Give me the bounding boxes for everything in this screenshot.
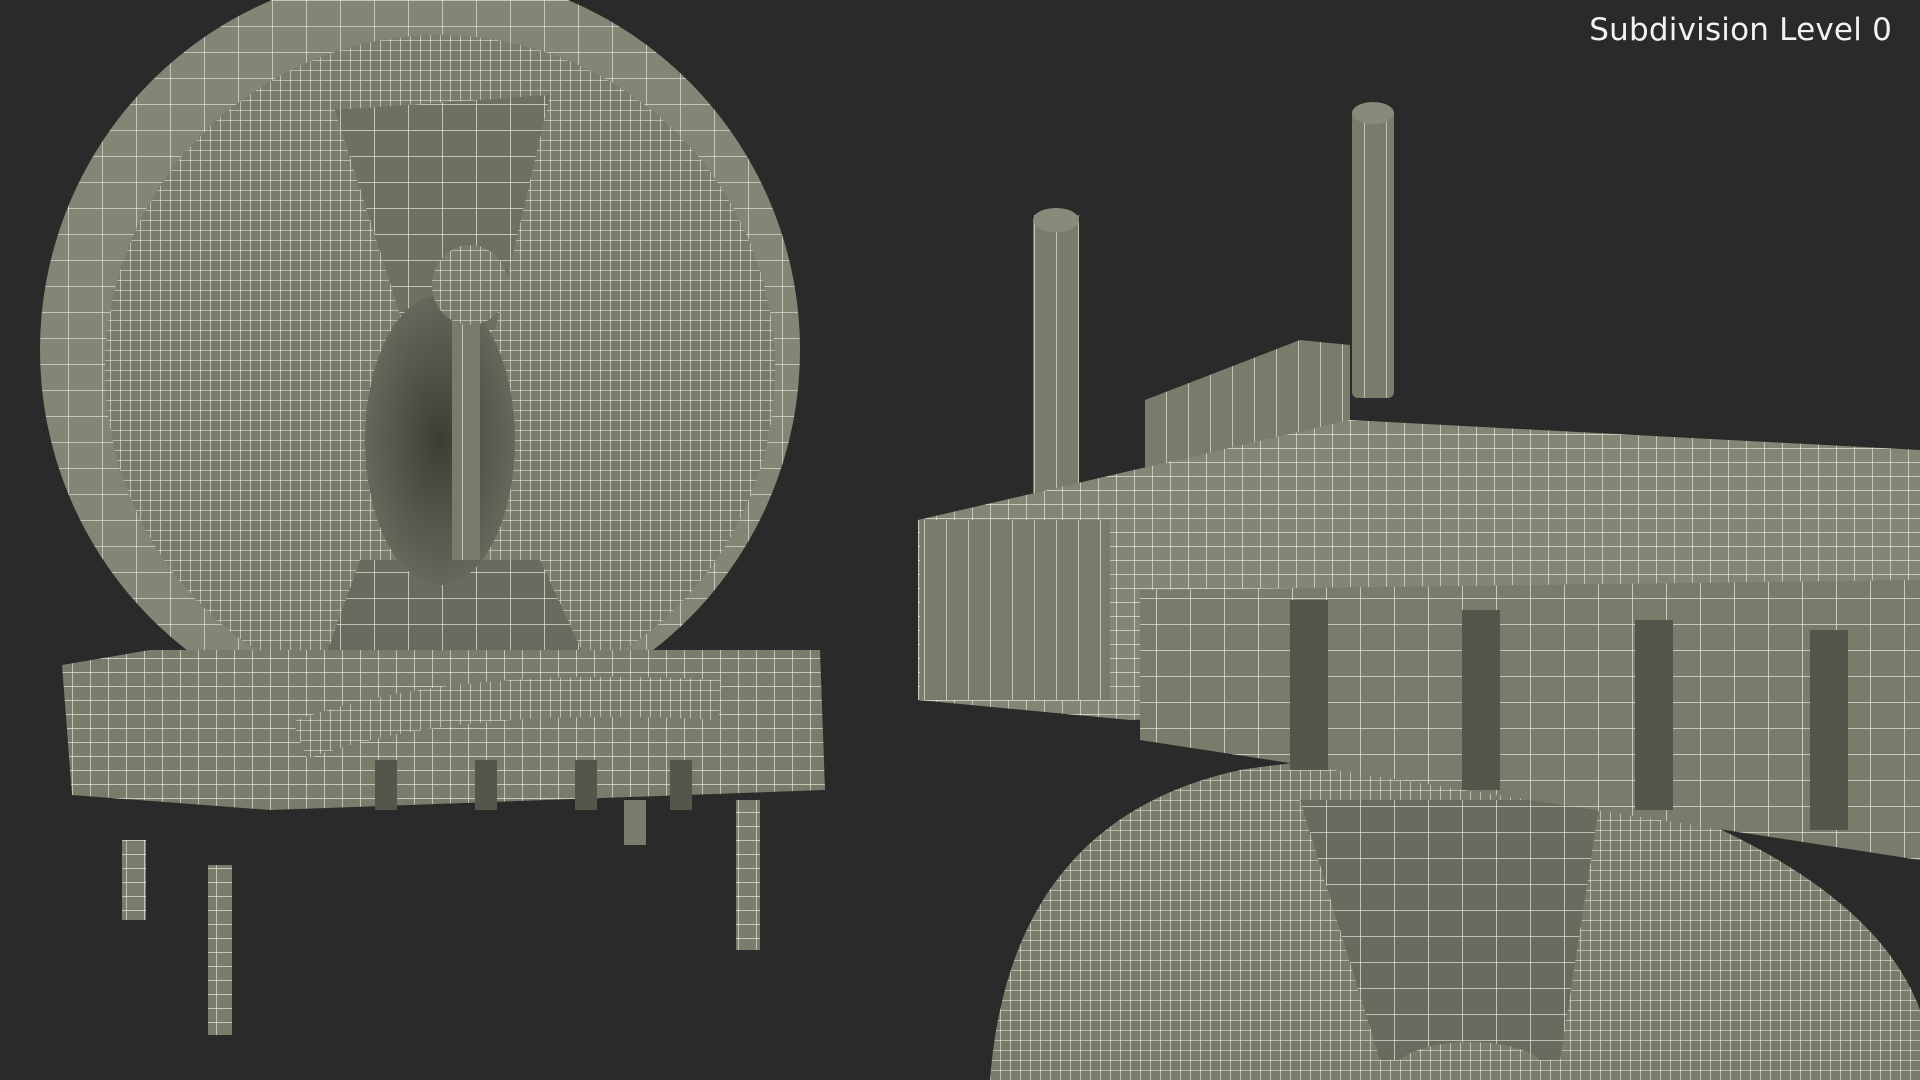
base-block [62, 650, 825, 810]
toroid-inductor-model [40, 0, 825, 1035]
toroid-inductor-closeup [918, 102, 1920, 1080]
pins [122, 800, 760, 1035]
render-scene [40, 0, 1920, 1080]
viewport-3d[interactable]: Subdivision Level 0 [0, 0, 1920, 1080]
